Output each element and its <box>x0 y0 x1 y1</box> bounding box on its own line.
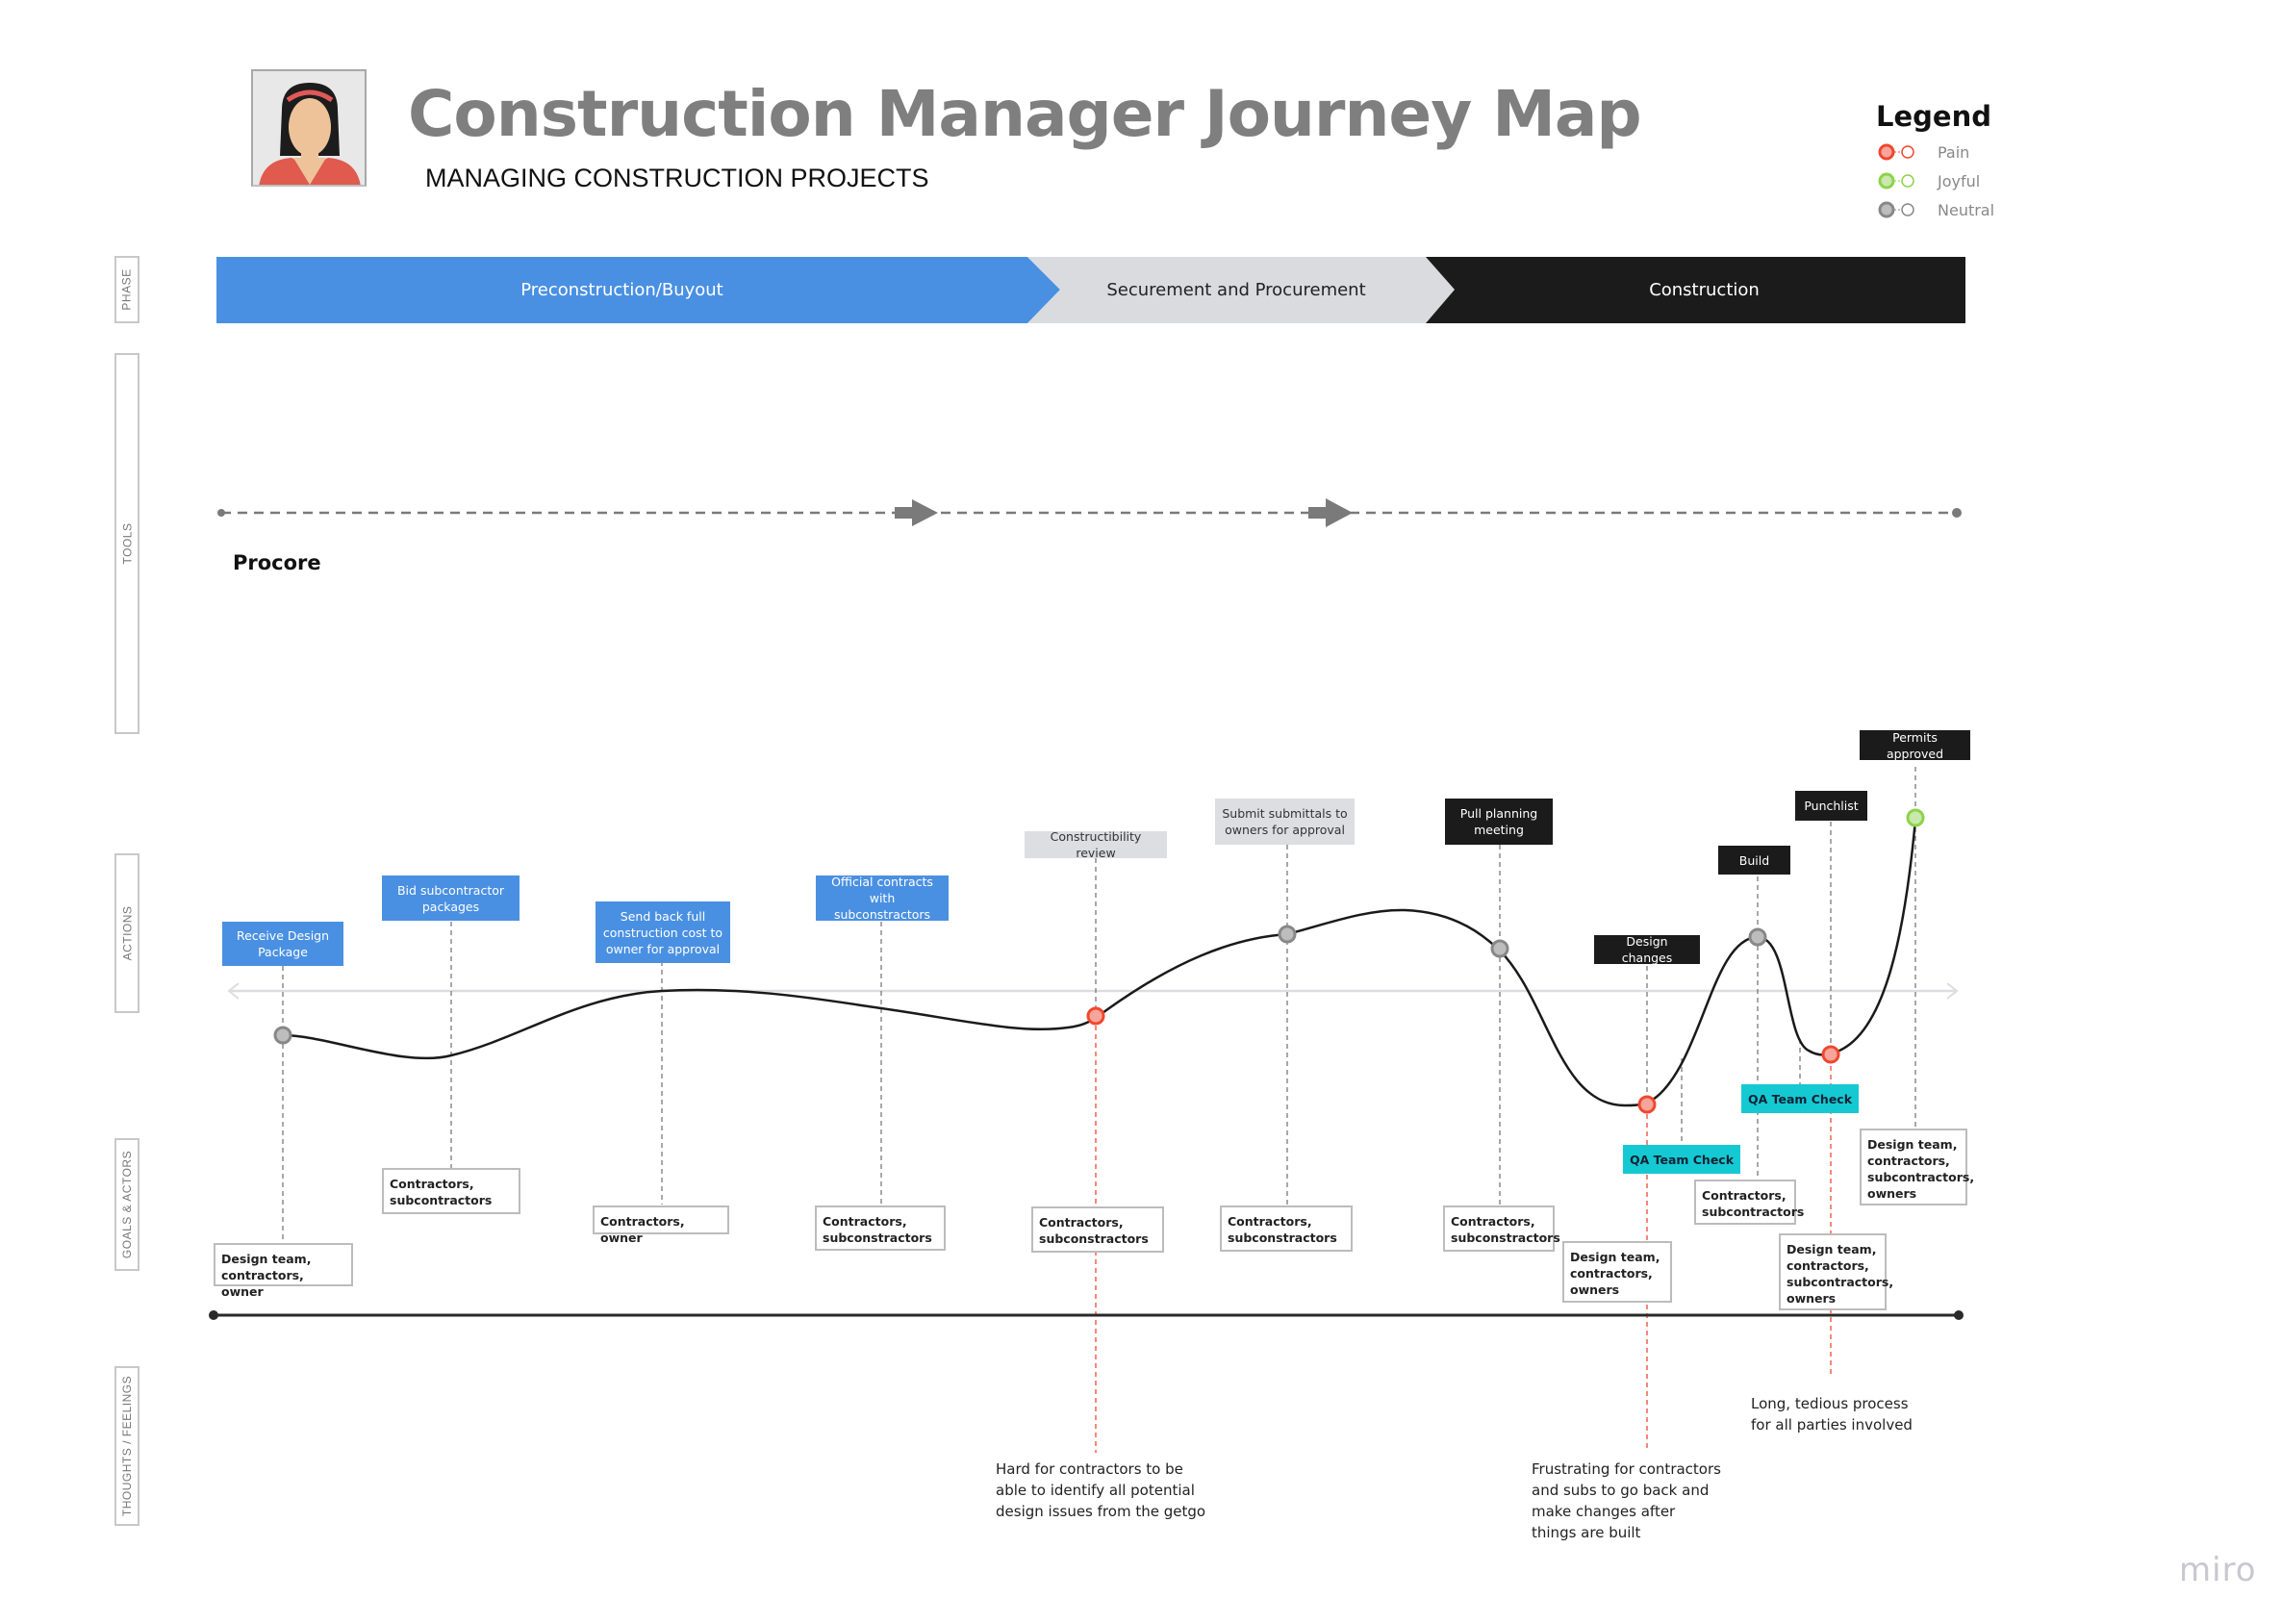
goal-box: Contractors, subconstractors <box>815 1205 946 1251</box>
action-build[interactable]: Build <box>1718 846 1790 875</box>
goal-box: Contractors, subconstractors <box>1031 1206 1164 1253</box>
action-submit-submittals[interactable]: Submit submittals to owners for approval <box>1215 799 1355 845</box>
goals-divider-start <box>209 1310 218 1320</box>
goal-box: Contractors, subconstractors <box>1220 1205 1353 1252</box>
tools-arrow-2-icon <box>1308 498 1353 527</box>
goal-box: Design team, contractors, owner <box>214 1243 353 1299</box>
action-bid-subcontractor-packages[interactable]: Bid subcontractor packages <box>382 875 520 921</box>
action-official-contracts[interactable]: Official contracts with subconstractors <box>816 875 949 922</box>
tools-timeline-start <box>217 509 225 517</box>
journey-diagram <box>209 257 1965 1453</box>
phase-securement: Securement and Procurement <box>1106 280 1366 300</box>
emotion-marker-joyful[interactable] <box>1906 808 1925 827</box>
goal-box: Design team, contractors, subcontractors… <box>1779 1233 1893 1310</box>
goals-divider-end <box>1954 1310 1964 1320</box>
action-pull-planning-meeting[interactable]: Pull planning meeting <box>1445 799 1553 845</box>
emotion-marker-pain[interactable] <box>1637 1095 1657 1114</box>
goal-box: Design team, contractors, owners <box>1562 1241 1672 1303</box>
phase-preconstruction: Preconstruction/Buyout <box>520 280 723 300</box>
phase-construction: Construction <box>1649 280 1760 300</box>
action-permits-approved[interactable]: Permits approved <box>1860 730 1970 761</box>
emotion-marker-pain[interactable] <box>1086 1006 1105 1026</box>
action-receive-design-package[interactable]: Receive Design Package <box>222 922 343 966</box>
thought-punchlist: Long, tedious process for all parties in… <box>1751 1395 1913 1434</box>
miro-logo: miro <box>2179 1551 2257 1589</box>
goal-box: Contractors, subcontractors <box>382 1168 520 1214</box>
emotion-marker-neutral[interactable] <box>1490 939 1509 958</box>
goal-box: Contractors, subcontractors <box>1694 1180 1804 1225</box>
action-qa-team-check-2[interactable]: QA Team Check <box>1741 1084 1859 1113</box>
action-punchlist[interactable]: Punchlist <box>1795 791 1867 821</box>
emotion-marker-neutral[interactable] <box>273 1026 292 1045</box>
action-design-changes[interactable]: Design changes <box>1594 934 1700 965</box>
goal-box: Design team, contractors, subcontractors… <box>1860 1129 1974 1205</box>
thought-design-changes: Frustrating for contractors and subs to … <box>1532 1460 1721 1541</box>
thought-constructibility: Hard for contractors to be able to ident… <box>996 1460 1206 1520</box>
goal-box: Contractors, subconstractors <box>1443 1205 1560 1252</box>
emotion-marker-neutral[interactable] <box>1748 927 1767 947</box>
tool-procore: Procore <box>233 551 321 574</box>
action-constructibility-review[interactable]: Constructibility review <box>1025 829 1167 860</box>
action-send-back-cost[interactable]: Send back full construction cost to owne… <box>596 901 730 963</box>
tools-arrow-1-icon <box>895 499 938 526</box>
action-qa-team-check-1[interactable]: QA Team Check <box>1623 1145 1740 1174</box>
emotion-marker-pain[interactable] <box>1821 1045 1840 1064</box>
emotion-marker-neutral[interactable] <box>1278 925 1297 944</box>
goal-box: Contractors, owner <box>593 1205 729 1245</box>
tools-timeline-end <box>1952 508 1962 518</box>
